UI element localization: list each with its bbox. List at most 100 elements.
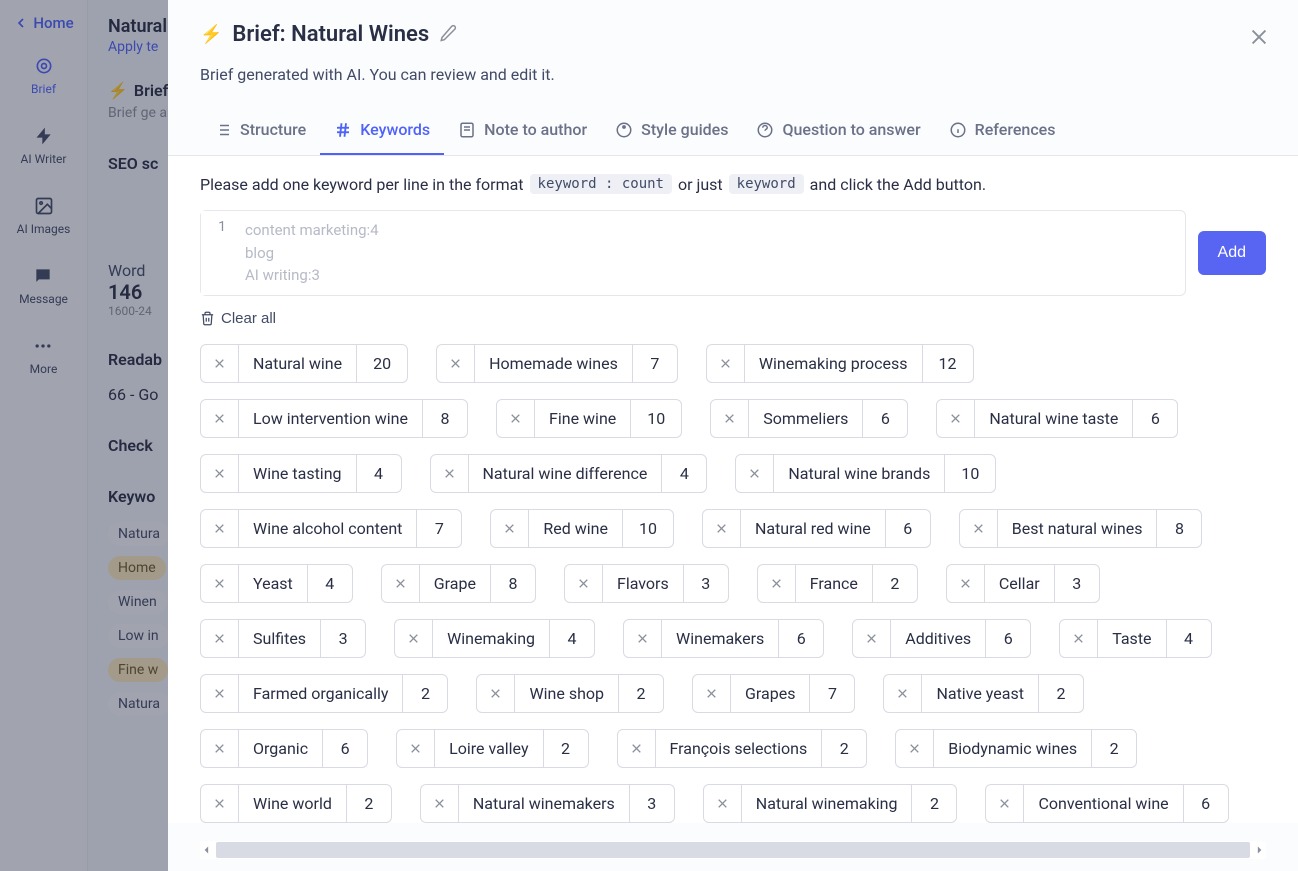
horizontal-scrollbar[interactable] xyxy=(200,841,1266,859)
close-icon[interactable] xyxy=(1248,26,1270,52)
add-button[interactable]: Add xyxy=(1198,231,1266,275)
edit-icon[interactable] xyxy=(439,24,457,46)
keyword-editor[interactable]: 1 content marketing:4 blog AI writing:3 xyxy=(200,210,1186,296)
keyword-count[interactable]: 3 xyxy=(684,565,728,602)
remove-keyword-icon[interactable] xyxy=(758,565,796,602)
remove-keyword-icon[interactable] xyxy=(624,620,662,657)
keyword-label[interactable]: Natural winemakers xyxy=(459,785,630,822)
keyword-label[interactable]: Grapes xyxy=(731,675,810,712)
remove-keyword-icon[interactable] xyxy=(884,675,922,712)
remove-keyword-icon[interactable] xyxy=(201,455,239,492)
remove-keyword-icon[interactable] xyxy=(960,510,998,547)
keyword-count[interactable]: 2 xyxy=(347,785,391,822)
keyword-label[interactable]: Natural wine taste xyxy=(975,400,1133,437)
remove-keyword-icon[interactable] xyxy=(201,400,239,437)
remove-keyword-icon[interactable] xyxy=(693,675,731,712)
keyword-label[interactable]: Wine tasting xyxy=(239,455,357,492)
remove-keyword-icon[interactable] xyxy=(201,620,239,657)
keyword-count[interactable]: 4 xyxy=(357,455,401,492)
keyword-count[interactable]: 4 xyxy=(550,620,594,657)
remove-keyword-icon[interactable] xyxy=(497,400,535,437)
keyword-count[interactable]: 7 xyxy=(417,510,461,547)
tab-style[interactable]: Style guides xyxy=(601,108,742,155)
keyword-label[interactable]: Winemakers xyxy=(662,620,779,657)
keyword-label[interactable]: Organic xyxy=(239,730,323,767)
keyword-count[interactable]: 2 xyxy=(1092,730,1136,767)
keyword-label[interactable]: France xyxy=(796,565,873,602)
tab-note[interactable]: Note to author xyxy=(444,108,601,155)
remove-keyword-icon[interactable] xyxy=(937,400,975,437)
keyword-label[interactable]: Wine world xyxy=(239,785,347,822)
keyword-label[interactable]: Yeast xyxy=(239,565,308,602)
remove-keyword-icon[interactable] xyxy=(947,565,985,602)
keyword-count[interactable]: 6 xyxy=(863,400,907,437)
tab-keywords[interactable]: Keywords xyxy=(320,108,444,155)
remove-keyword-icon[interactable] xyxy=(395,620,433,657)
keyword-label[interactable]: Flavors xyxy=(603,565,684,602)
keyword-label[interactable]: Red wine xyxy=(529,510,623,547)
keyword-label[interactable]: Additives xyxy=(891,620,986,657)
keyword-count[interactable]: 6 xyxy=(1184,785,1228,822)
keyword-label[interactable]: Winemaking process xyxy=(745,345,923,382)
scroll-right-icon[interactable] xyxy=(1252,843,1266,857)
remove-keyword-icon[interactable] xyxy=(201,345,239,382)
keyword-label[interactable]: Conventional wine xyxy=(1024,785,1183,822)
remove-keyword-icon[interactable] xyxy=(397,730,435,767)
remove-keyword-icon[interactable] xyxy=(618,730,656,767)
remove-keyword-icon[interactable] xyxy=(565,565,603,602)
remove-keyword-icon[interactable] xyxy=(491,510,529,547)
remove-keyword-icon[interactable] xyxy=(201,675,239,712)
keyword-label[interactable]: Fine wine xyxy=(535,400,631,437)
keyword-count[interactable]: 4 xyxy=(1167,620,1211,657)
keyword-label[interactable]: Natural wine brands xyxy=(774,455,945,492)
remove-keyword-icon[interactable] xyxy=(437,345,475,382)
keyword-count[interactable]: 6 xyxy=(986,620,1030,657)
clear-all-button[interactable]: Clear all xyxy=(200,310,276,327)
keyword-count[interactable]: 2 xyxy=(619,675,663,712)
keyword-count[interactable]: 4 xyxy=(662,455,706,492)
scroll-left-icon[interactable] xyxy=(200,843,214,857)
keyword-count[interactable]: 6 xyxy=(779,620,823,657)
keyword-label[interactable]: Wine shop xyxy=(515,675,619,712)
remove-keyword-icon[interactable] xyxy=(1060,620,1098,657)
keyword-count[interactable]: 7 xyxy=(633,345,677,382)
keyword-label[interactable]: Natural winemaking xyxy=(742,785,913,822)
remove-keyword-icon[interactable] xyxy=(201,730,239,767)
keyword-label[interactable]: Natural wine xyxy=(239,345,357,382)
keyword-count[interactable]: 2 xyxy=(403,675,447,712)
keyword-count[interactable]: 7 xyxy=(810,675,854,712)
keyword-count[interactable]: 8 xyxy=(423,400,467,437)
remove-keyword-icon[interactable] xyxy=(707,345,745,382)
remove-keyword-icon[interactable] xyxy=(896,730,934,767)
keyword-count[interactable]: 12 xyxy=(923,345,973,382)
remove-keyword-icon[interactable] xyxy=(704,785,742,822)
keyword-label[interactable]: Grape xyxy=(420,565,491,602)
keyword-label[interactable]: Sommeliers xyxy=(749,400,863,437)
keyword-label[interactable]: Native yeast xyxy=(922,675,1039,712)
keyword-count[interactable]: 4 xyxy=(308,565,352,602)
remove-keyword-icon[interactable] xyxy=(431,455,469,492)
keyword-count[interactable]: 3 xyxy=(630,785,674,822)
keyword-label[interactable]: Sulfites xyxy=(239,620,321,657)
keyword-label[interactable]: Wine alcohol content xyxy=(239,510,417,547)
remove-keyword-icon[interactable] xyxy=(711,400,749,437)
keyword-label[interactable]: Farmed organically xyxy=(239,675,403,712)
remove-keyword-icon[interactable] xyxy=(201,510,239,547)
keyword-label[interactable]: Biodynamic wines xyxy=(934,730,1092,767)
remove-keyword-icon[interactable] xyxy=(853,620,891,657)
tab-structure[interactable]: Structure xyxy=(200,108,320,155)
keyword-count[interactable]: 10 xyxy=(623,510,673,547)
keyword-count[interactable]: 2 xyxy=(912,785,956,822)
remove-keyword-icon[interactable] xyxy=(703,510,741,547)
remove-keyword-icon[interactable] xyxy=(736,455,774,492)
keyword-count[interactable]: 10 xyxy=(631,400,681,437)
keyword-label[interactable]: Homemade wines xyxy=(475,345,633,382)
remove-keyword-icon[interactable] xyxy=(986,785,1024,822)
keyword-label[interactable]: Cellar xyxy=(985,565,1055,602)
keyword-count[interactable]: 3 xyxy=(1055,565,1099,602)
keyword-label[interactable]: Natural wine difference xyxy=(469,455,663,492)
keyword-label[interactable]: Winemaking xyxy=(433,620,550,657)
remove-keyword-icon[interactable] xyxy=(382,565,420,602)
keyword-count[interactable]: 6 xyxy=(886,510,930,547)
remove-keyword-icon[interactable] xyxy=(477,675,515,712)
